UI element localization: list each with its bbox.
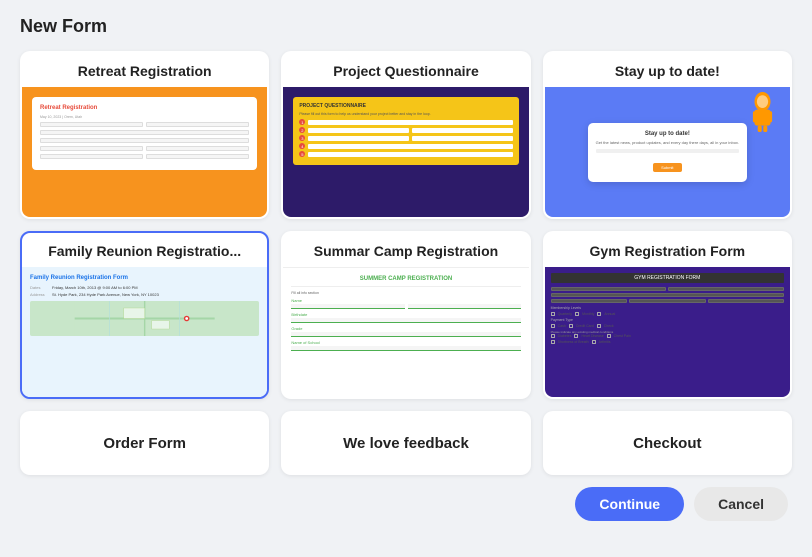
card-preview-retreat: Retreat Registration May 10, 2023 | Orem…: [22, 87, 267, 217]
card-label-feedback: We love feedback: [283, 413, 528, 473]
card-label-checkout: Checkout: [545, 413, 790, 473]
card-label-sc: Summar Camp Registration: [283, 233, 528, 267]
card-label-order: Order Form: [22, 413, 267, 473]
card-project-questionnaire[interactable]: Project Questionnaire PROJECT QUESTIONNA…: [281, 51, 530, 219]
card-preview-gym: GYM REGISTRATION FORM Membership: [545, 267, 790, 397]
card-label-gym: Gym Registration Form: [545, 233, 790, 267]
card-preview-sud: Stay up to date! Get the latest news, pr…: [545, 87, 790, 217]
map-roads-svg: [30, 301, 259, 336]
card-preview-pq: PROJECT QUESTIONNAIRE Please fill out th…: [283, 87, 528, 217]
card-preview-sc: SUMMER CAMP REGISTRATION Fill all info s…: [283, 267, 528, 397]
card-label-pq: Project Questionnaire: [283, 53, 528, 87]
card-checkout[interactable]: Checkout: [543, 411, 792, 475]
card-order-form[interactable]: Order Form: [20, 411, 269, 475]
continue-button[interactable]: Continue: [575, 487, 684, 521]
card-grid-row3: Order Form We love feedback Checkout: [20, 411, 792, 475]
character-illustration: [745, 92, 780, 132]
card-retreat-registration[interactable]: Retreat Registration Retreat Registratio…: [20, 51, 269, 219]
card-grid-row1: Retreat Registration Retreat Registratio…: [20, 51, 792, 219]
card-preview-fr: Family Reunion Registration Form Dates F…: [22, 267, 267, 397]
card-label-fr: Family Reunion Registratio...: [22, 233, 267, 267]
card-grid-row2: Family Reunion Registratio... Family Reu…: [20, 231, 792, 399]
card-we-love-feedback[interactable]: We love feedback: [281, 411, 530, 475]
card-stay-up-to-date[interactable]: Stay up to date! Stay up to date! Get th…: [543, 51, 792, 219]
cancel-button[interactable]: Cancel: [694, 487, 788, 521]
card-summer-camp[interactable]: Summar Camp Registration SUMMER CAMP REG…: [281, 231, 530, 399]
page-container: New Form Retreat Registration Retreat Re…: [0, 0, 812, 557]
card-gym-registration[interactable]: Gym Registration Form GYM REGISTRATION F…: [543, 231, 792, 399]
card-label-retreat: Retreat Registration: [22, 53, 267, 87]
footer-buttons: Continue Cancel: [20, 487, 792, 521]
card-label-sud: Stay up to date!: [545, 53, 790, 87]
page-title: New Form: [20, 16, 792, 37]
mini-title: Retreat Registration: [40, 105, 249, 111]
card-family-reunion[interactable]: Family Reunion Registratio... Family Reu…: [20, 231, 269, 399]
